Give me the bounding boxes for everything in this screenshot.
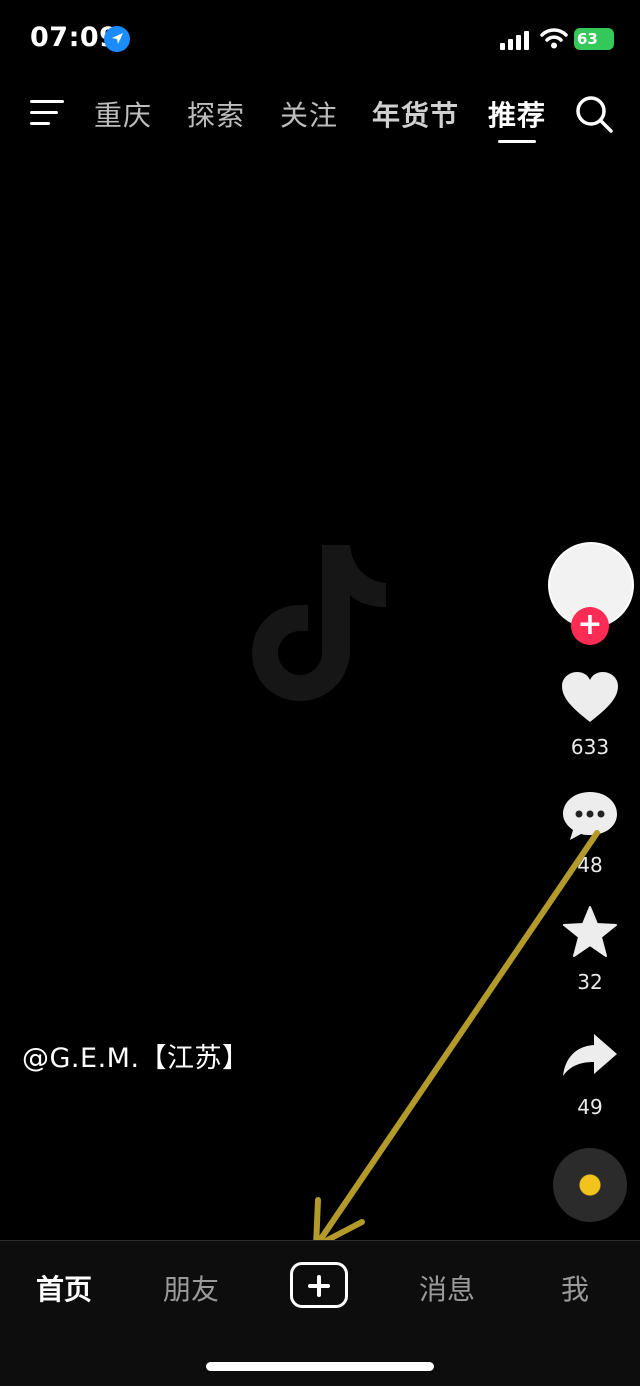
nav-friends[interactable]: 朋友	[163, 1268, 219, 1308]
home-indicator	[206, 1362, 434, 1371]
annotation-arrow	[313, 830, 600, 1249]
create-button[interactable]	[290, 1262, 348, 1308]
nav-messages[interactable]: 消息	[419, 1268, 475, 1308]
nav-me[interactable]: 我	[561, 1268, 589, 1308]
nav-home[interactable]: 首页	[36, 1268, 92, 1308]
